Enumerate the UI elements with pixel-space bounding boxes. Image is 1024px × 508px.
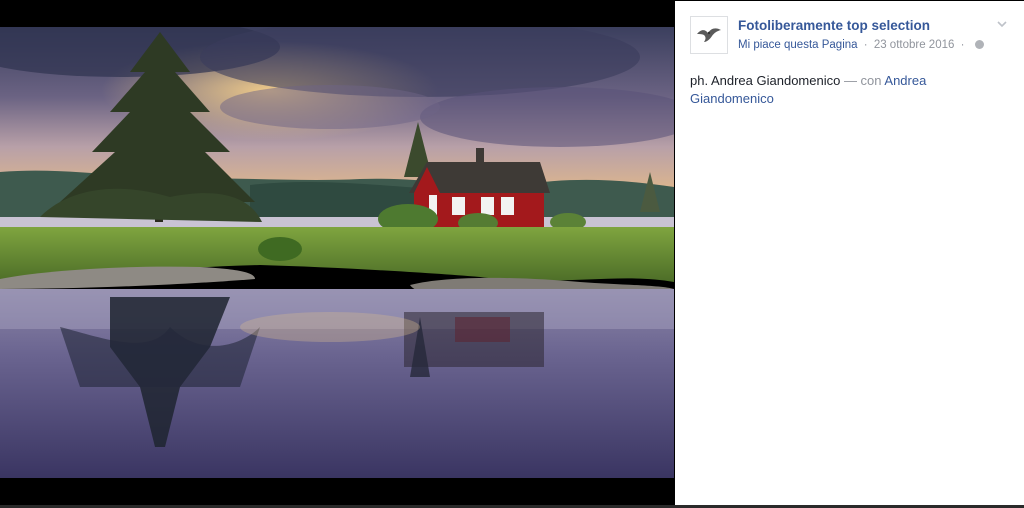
post-caption: ph. Andrea Giandomenico — con Andrea Gia…: [690, 72, 1000, 108]
page-avatar[interactable]: [690, 16, 728, 54]
caption-text: ph. Andrea Giandomenico: [690, 73, 841, 88]
landscape-photo[interactable]: [0, 27, 674, 478]
bird-logo-icon: [697, 28, 721, 42]
meta-separator-2: ·: [960, 39, 965, 51]
photo-stage: [0, 0, 674, 508]
post-date[interactable]: 23 ottobre 2016: [874, 39, 955, 51]
like-page-link[interactable]: Mi piace questa Pagina: [738, 39, 858, 51]
photo-viewer: Fotoliberamente top selection Mi piace q…: [0, 0, 1024, 508]
caption-with: — con: [840, 73, 885, 88]
meta-separator: ·: [863, 39, 868, 51]
globe-icon: [974, 40, 984, 49]
post-sidebar: Fotoliberamente top selection Mi piace q…: [675, 1, 1024, 506]
post-meta: Mi piace questa Pagina · 23 ottobre 2016…: [738, 39, 984, 51]
page-name-link[interactable]: Fotoliberamente top selection: [738, 18, 930, 33]
chevron-down-icon[interactable]: [996, 18, 1008, 30]
